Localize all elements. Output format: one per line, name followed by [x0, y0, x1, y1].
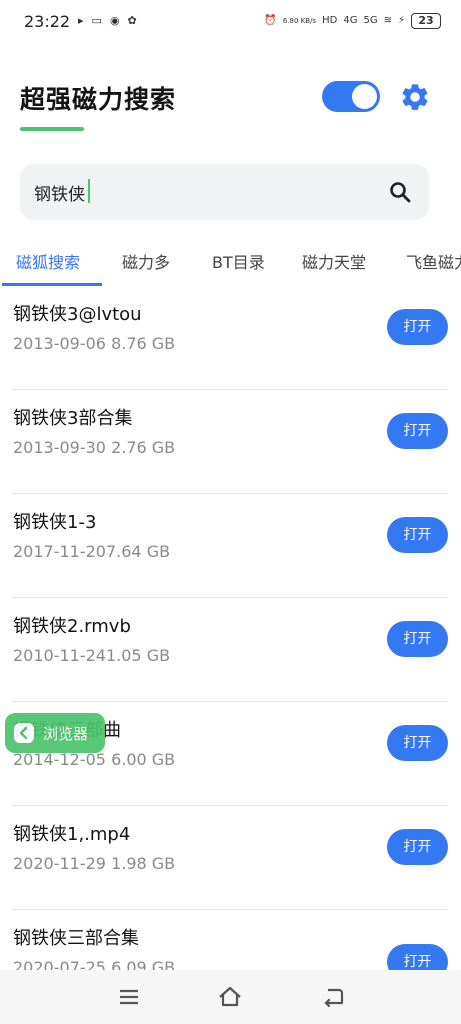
hd-icon: HD [322, 15, 338, 26]
item-title: 钢铁侠3部合集 [13, 408, 133, 429]
search-icon[interactable] [388, 180, 412, 204]
title-underline [20, 127, 84, 131]
tab-cihu[interactable]: 磁狐搜索 [16, 249, 80, 273]
list-item[interactable]: 钢铁侠2.rmvb 2010-11-241.05 GB 打开 [0, 598, 461, 702]
tab-ciliduo[interactable]: 磁力多 [122, 249, 170, 273]
status-right-icons: ⏰ 6.80 KB/s HD 4G 5G ≋ ⚡ 23 [264, 13, 441, 29]
charging-icon: ⚡ [397, 15, 405, 26]
open-button[interactable]: 打开 [387, 621, 448, 657]
list-item[interactable]: 钢铁侠3部合集 2013-09-30 2.76 GB 打开 [0, 390, 461, 494]
item-meta: 2010-11-241.05 GB [13, 646, 171, 665]
list-item[interactable]: 钢铁侠3@lvtou 2013-09-06 8.76 GB 打开 [0, 286, 461, 390]
item-title: 钢铁侠1,.mp4 [13, 824, 131, 845]
status-time: 23:22 [24, 12, 71, 31]
open-button[interactable]: 打开 [387, 944, 448, 970]
battery-indicator: 23 [411, 13, 441, 29]
tab-cili-tiantang[interactable]: 磁力天堂 [302, 249, 366, 273]
item-title: 钢铁侠2.rmvb [13, 616, 131, 637]
item-meta: 2013-09-06 8.76 GB [13, 334, 176, 353]
open-button[interactable]: 打开 [387, 517, 448, 553]
gear-icon[interactable] [399, 81, 431, 113]
wifi-icon: ≋ [383, 15, 392, 26]
search-input[interactable] [34, 180, 354, 204]
app-icon: ✿ [127, 14, 137, 27]
home-icon[interactable] [217, 984, 243, 1010]
item-title: 钢铁侠1-3 [13, 512, 97, 533]
result-list: 钢铁侠3@lvtou 2013-09-06 8.76 GB 打开 钢铁侠3部合集… [0, 286, 461, 970]
app-title: 超强磁力搜索 [20, 85, 177, 114]
text-caret [88, 179, 90, 203]
list-item[interactable]: 钢铁侠三部合集 2020-07-25 6.09 GB 打开 [0, 910, 461, 970]
status-left-icons: ▸ ▭ ◉ ✿ [78, 14, 137, 28]
item-meta: 2020-07-25 6.09 GB [13, 958, 176, 970]
item-meta: 2013-09-30 2.76 GB [13, 438, 176, 457]
system-nav-bar [0, 970, 461, 1024]
browser-float-button[interactable]: 浏览器 [5, 713, 105, 753]
item-meta: 2017-11-207.64 GB [13, 542, 171, 561]
list-item[interactable]: 钢铁侠1-3 2017-11-207.64 GB 打开 [0, 494, 461, 598]
status-bar: 23:22 ▸ ▭ ◉ ✿ ⏰ 6.80 KB/s HD 4G 5G ≋ ⚡ 2… [0, 0, 461, 44]
chevron-left-icon [14, 723, 34, 743]
network-speed: 6.80 KB/s [282, 17, 317, 25]
mode-toggle[interactable] [322, 81, 380, 112]
open-button[interactable]: 打开 [387, 413, 448, 449]
document-icon: ▭ [91, 14, 102, 27]
item-title: 钢铁侠3@lvtou [13, 304, 142, 325]
open-button[interactable]: 打开 [387, 725, 448, 761]
vpn-icon: ◉ [109, 14, 120, 27]
item-meta: 2020-11-29 1.98 GB [13, 854, 176, 873]
back-icon[interactable] [320, 984, 346, 1010]
toggle-knob [352, 84, 377, 109]
alarm-icon: ⏰ [264, 15, 277, 26]
network-4g-label: 4G [343, 15, 358, 26]
network-5g-label: 5G [363, 15, 378, 26]
item-title: 钢铁侠三部合集 [13, 928, 139, 949]
play-icon: ▸ [78, 14, 84, 27]
list-item[interactable]: 钢铁侠1,.mp4 2020-11-29 1.98 GB 打开 [0, 806, 461, 910]
open-button[interactable]: 打开 [387, 309, 448, 345]
browser-label: 浏览器 [43, 725, 89, 743]
menu-icon[interactable] [116, 984, 142, 1010]
tab-bt-directory[interactable]: BT目录 [212, 249, 265, 273]
search-box [20, 164, 429, 220]
tab-feiyu[interactable]: 飞鱼磁力 [406, 249, 461, 273]
open-button[interactable]: 打开 [387, 829, 448, 865]
source-tabs: 磁狐搜索 磁力多 BT目录 磁力天堂 飞鱼磁力 [0, 240, 461, 286]
